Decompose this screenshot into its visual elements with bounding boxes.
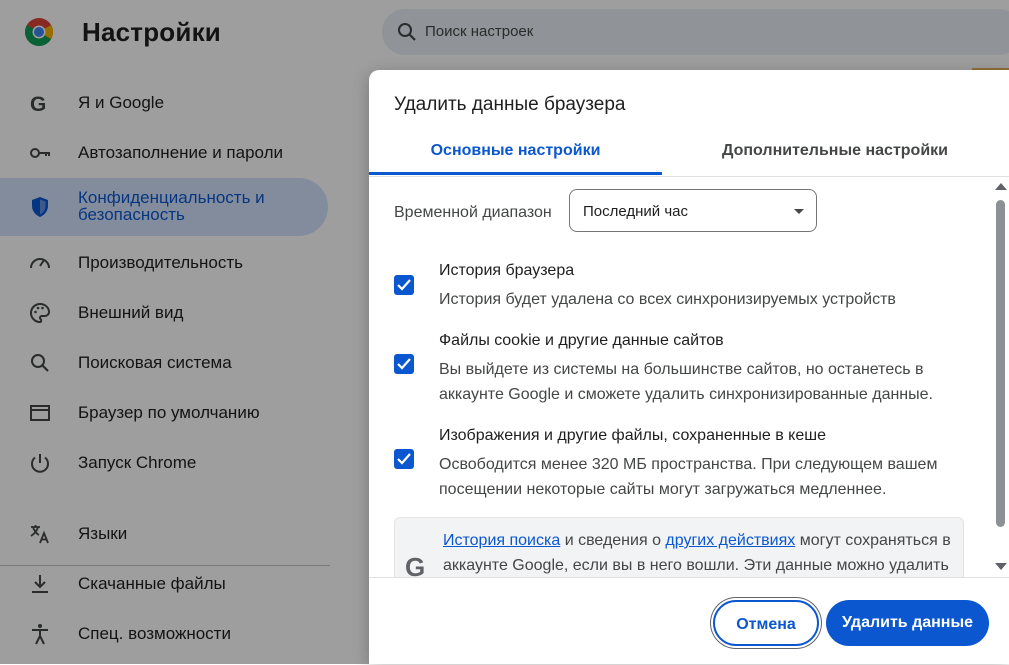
time-range-label: Временной диапазон — [394, 204, 552, 221]
dialog-footer: Отмена Удалить данные — [369, 577, 1009, 665]
dropdown-arrow-icon — [794, 209, 804, 214]
info-text: История поиска и сведения о других дейст… — [443, 528, 953, 577]
tab-advanced[interactable]: Дополнительные настройки — [662, 142, 1008, 160]
option-title: История браузера — [439, 262, 575, 279]
content-scrollbar[interactable] — [993, 180, 1007, 575]
dialog-tabs: Основные настройки Дополнительные настро… — [369, 134, 1009, 177]
scroll-down-arrow-icon[interactable] — [995, 563, 1007, 570]
tab-selected-indicator — [369, 172, 662, 175]
clear-browsing-data-dialog: Удалить данные браузера Основные настрой… — [369, 70, 1009, 664]
checkmark-icon — [397, 279, 411, 291]
other-activity-link[interactable]: других действиях — [665, 532, 795, 549]
option-description: Освободится менее 320 МБ пространства. П… — [439, 456, 938, 498]
tab-basic[interactable]: Основные настройки — [369, 142, 662, 160]
dialog-title: Удалить данные браузера — [394, 94, 626, 115]
cache-checkbox[interactable] — [394, 449, 414, 469]
time-range-value: Последний час — [583, 203, 689, 220]
scroll-up-arrow-icon[interactable] — [995, 183, 1007, 190]
cancel-button[interactable]: Отмена — [713, 600, 819, 646]
cookies-checkbox[interactable] — [394, 354, 414, 374]
dialog-content: Временной диапазон Последний час История… — [369, 177, 1009, 577]
checkmark-icon — [397, 358, 411, 370]
option-title: Изображения и другие файлы, сохраненные … — [439, 427, 826, 444]
scrollbar-thumb[interactable] — [996, 200, 1005, 527]
google-account-info-box: G История поиска и сведения о других дей… — [394, 517, 964, 577]
option-title: Файлы cookie и другие данные сайтов — [439, 332, 724, 349]
option-description: Вы выйдете из системы на большинстве сай… — [439, 361, 933, 403]
browsing-history-checkbox[interactable] — [394, 275, 414, 295]
delete-data-button[interactable]: Удалить данные — [826, 600, 989, 646]
info-text-part: и сведения о — [560, 532, 666, 549]
search-history-link[interactable]: История поиска — [443, 532, 560, 549]
google-g-icon: G — [405, 552, 426, 577]
time-range-select[interactable]: Последний час — [569, 189, 817, 232]
checkmark-icon — [397, 453, 411, 465]
option-description: История будет удалена со всех синхронизи… — [439, 291, 896, 308]
